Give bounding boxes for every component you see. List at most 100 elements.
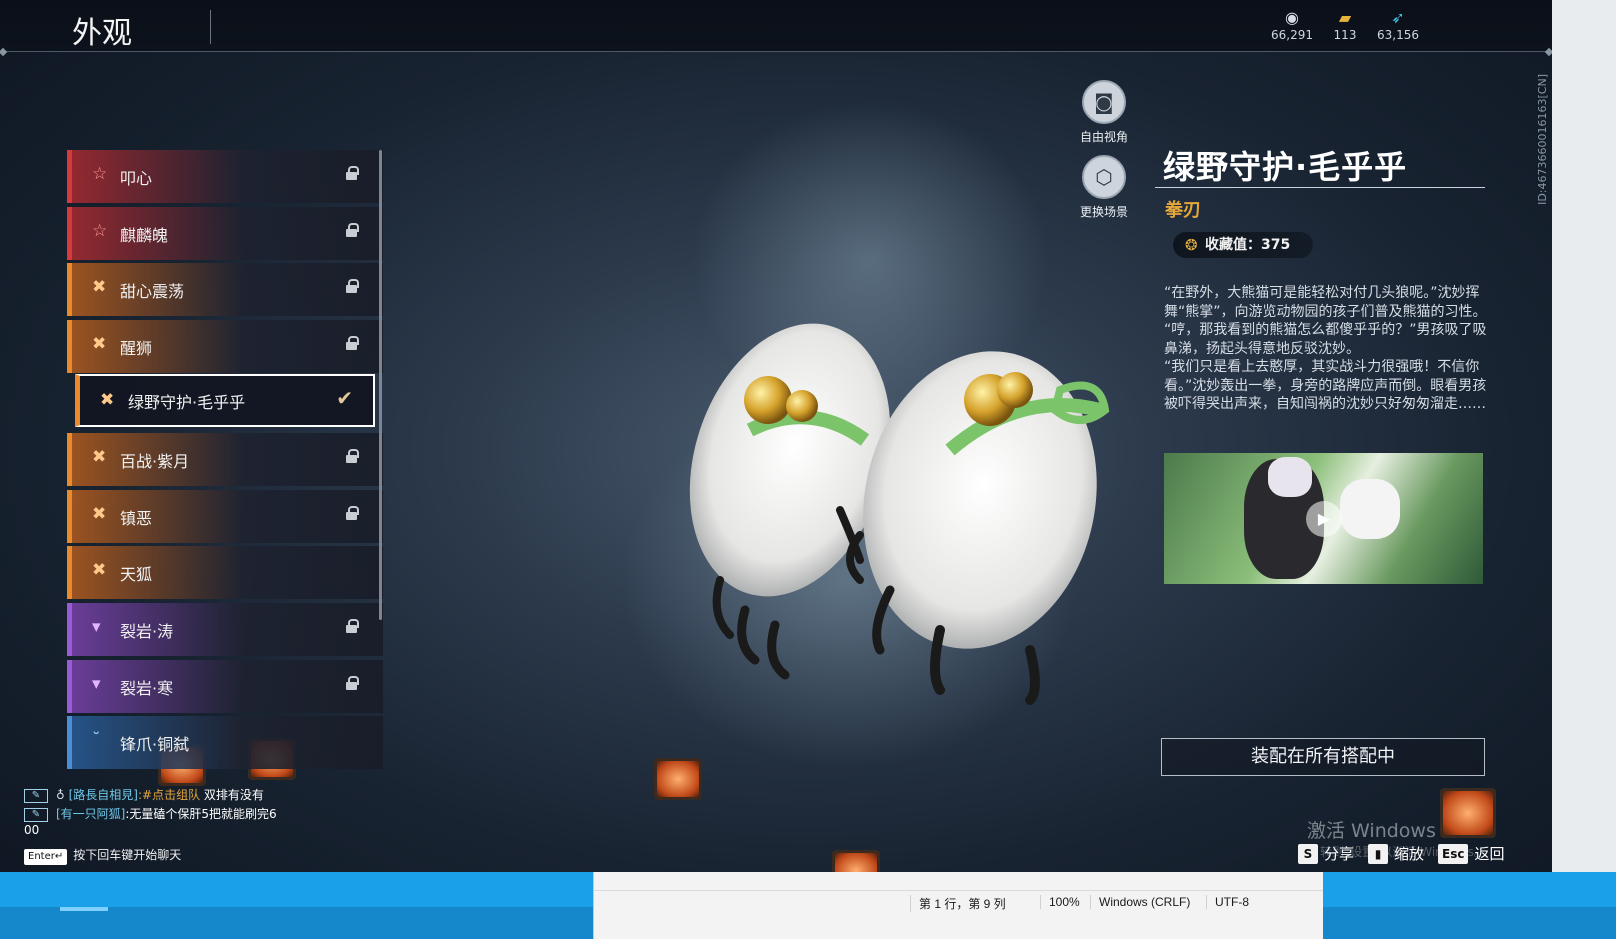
equip-all-button[interactable]: 装配在所有搭配中 (1161, 738, 1485, 776)
outfit-item-label: 天狐 (120, 564, 153, 584)
back-button[interactable]: Esc 返回 (1438, 843, 1505, 864)
panda-paw (1340, 479, 1400, 539)
notepad-status-bar: 第 1 行，第 9 列 100% Windows (CRLF) UTF-8 (594, 890, 1323, 912)
wing-rarity-icon: ˘ (92, 730, 101, 750)
lock-icon (346, 279, 359, 293)
collection-value: 收藏值：375 (1205, 237, 1291, 253)
lock-icon (346, 223, 359, 237)
checkmark-icon: ✔ (336, 386, 353, 410)
status-line-ending: Windows (CRLF) (1090, 895, 1190, 909)
collection-icon: ❂ (1185, 236, 1198, 254)
currency-coins-value: 66,291 (1271, 28, 1313, 42)
weapon-preview[interactable] (560, 90, 1140, 892)
lock-icon (346, 676, 359, 690)
outfit-item[interactable]: ˘ 锋爪·铜弑 (67, 716, 383, 769)
currency-coins: ◉ 66,291 (1262, 8, 1322, 42)
currency-tickets: ▰ 113 (1315, 8, 1375, 42)
share-key: S (1298, 843, 1318, 864)
item-type: 拳刃 (1165, 200, 1201, 221)
floating-lantern (1440, 788, 1496, 838)
outfit-item[interactable]: ▾ 裂岩·寒 (67, 660, 383, 713)
taskbar-active-indicator[interactable] (60, 907, 108, 911)
notepad-window[interactable]: 第 1 行，第 9 列 100% Windows (CRLF) UTF-8 (593, 872, 1323, 939)
title-divider (210, 10, 211, 44)
share-label: 分享 (1324, 845, 1355, 863)
mouse-wheel-icon: ▮ (1368, 843, 1389, 864)
currency-feathers-value: 63,156 (1377, 28, 1419, 42)
enter-key-icon: Enter↵ (24, 849, 68, 865)
outfit-list-scrollbar[interactable] (379, 150, 382, 620)
cross-rarity-icon: ✖ (92, 504, 107, 524)
outfit-item[interactable]: ✖ 甜心震荡 (67, 263, 383, 316)
page-title: 外观 (72, 16, 132, 51)
outfit-item-label: 百战·紫月 (120, 451, 190, 471)
lock-icon (346, 166, 359, 180)
wing-rarity-icon: ▾ (92, 617, 101, 637)
team-invite-link[interactable]: :#点击组队 (138, 788, 200, 802)
chat-message: ✎ [有一只阿狐]:无量磕个保肝5把就能刷完6 (24, 805, 277, 822)
outfit-item[interactable]: ▾ 裂岩·涛 (67, 603, 383, 656)
outfit-item[interactable]: ☆ 叩心 (67, 150, 383, 203)
change-scene-button[interactable]: ⬡ 更换场景 (1064, 155, 1144, 220)
bottom-actions: S 分享 ▮ 缩放 Esc 返回 (1298, 843, 1505, 864)
share-button[interactable]: S 分享 (1298, 843, 1354, 864)
item-name: 绿野守护·毛乎乎 (1163, 148, 1408, 186)
desktop-edge (1552, 0, 1616, 872)
change-scene-label: 更换场景 (1079, 205, 1128, 219)
outfit-item[interactable]: ☆ 麒麟魄 (67, 207, 383, 260)
lock-icon (346, 506, 359, 520)
free-view-button[interactable]: ◙ 自由视角 (1064, 80, 1144, 145)
scene-cube-icon: ⬡ (1082, 155, 1126, 199)
outfit-item-label: 绿野守护·毛乎乎 (128, 392, 246, 412)
outfit-item-label: 醒狮 (120, 338, 153, 358)
wing-rarity-icon: ▾ (92, 674, 101, 694)
windows-activation-watermark: 激活 Windows (1307, 820, 1436, 842)
outfit-list[interactable]: ☆ 叩心 ☆ 麒麟魄 ✖ 甜心震荡 ✖ 醒狮 ✖ 绿野守护·毛乎乎 ✔ ✖ 百战… (67, 150, 383, 800)
outfit-item-selected[interactable]: ✖ 绿野守护·毛乎乎 ✔ (75, 374, 375, 427)
zoom-button[interactable]: ▮ 缩放 (1368, 843, 1424, 864)
chat-hint-text: 按下回车键开始聊天 (73, 848, 182, 862)
chat-channel-icon: ✎ (24, 807, 48, 822)
status-position: 第 1 行，第 9 列 (910, 895, 1006, 912)
lock-icon (346, 449, 359, 463)
preview-video-thumbnail[interactable]: ▶ (1164, 453, 1483, 584)
outfit-item[interactable]: ✖ 镇恶 (67, 490, 383, 543)
lock-icon (346, 619, 359, 633)
free-view-label: 自由视角 (1079, 130, 1128, 144)
description-paragraph: “哼，那我看到的熊猫怎么都傻乎乎的？”男孩吸了吸鼻涕，扬起头得意地反驳沈妙。 (1164, 322, 1487, 357)
star-rarity-icon: ☆ (92, 221, 108, 241)
outfit-item-label: 镇恶 (120, 508, 153, 528)
outfit-item-label: 甜心震荡 (120, 281, 185, 301)
zoom-label: 缩放 (1394, 845, 1425, 863)
top-bar: 外观 ◉ 66,291 ▰ 113 ➶ 63,156 (0, 0, 1600, 52)
cross-rarity-icon: ✖ (92, 560, 107, 580)
description-paragraph: “我们只是看上去憨厚，其实战斗力很强哦！不信你看。”沈妙轰出一拳，身旁的路牌应声… (1164, 359, 1487, 412)
player-uid: ID:4673660016163[CN] (1536, 74, 1549, 205)
status-encoding: UTF-8 (1206, 895, 1249, 909)
outfit-item[interactable]: ✖ 百战·紫月 (67, 433, 383, 486)
fluffy-paw-gauntlets (689, 323, 1110, 705)
camera-icon: ◙ (1082, 80, 1126, 124)
description-paragraph: “在野外，大熊猫可是能轻松对付几头狼呢。”沈妙挥舞“熊掌”，向游览动物园的孩子们… (1164, 285, 1487, 320)
currency-feathers: ➶ 63,156 (1368, 8, 1428, 42)
collection-value-badge: ❂ 收藏值：375 (1173, 232, 1313, 258)
chat-overflow: 00 (24, 823, 40, 837)
outfit-item-label: 裂岩·涛 (120, 621, 174, 641)
character-head (1268, 457, 1312, 497)
play-icon[interactable]: ▶ (1306, 501, 1342, 537)
currency-tickets-value: 113 (1333, 28, 1357, 42)
back-label: 返回 (1474, 845, 1505, 863)
outfit-item[interactable]: ✖ 醒狮 (67, 320, 383, 373)
ticket-icon: ▰ (1338, 8, 1352, 27)
outfit-item-label: 锋爪·铜弑 (120, 734, 190, 754)
guild-emblem-icon: ♁ (56, 788, 69, 802)
status-zoom: 100% (1040, 895, 1080, 909)
feather-icon: ➶ (1391, 8, 1405, 27)
floating-lantern (654, 758, 702, 800)
chat-hint[interactable]: Enter↵ 按下回车键开始聊天 (24, 846, 181, 865)
outfit-item-label: 叩心 (120, 168, 153, 188)
outfit-item-label: 麒麟魄 (120, 225, 169, 245)
outfit-item[interactable]: ✖ 天狐 (67, 546, 383, 599)
chat-channel-icon: ✎ (24, 788, 48, 803)
outfit-item-label: 裂岩·寒 (120, 678, 174, 698)
